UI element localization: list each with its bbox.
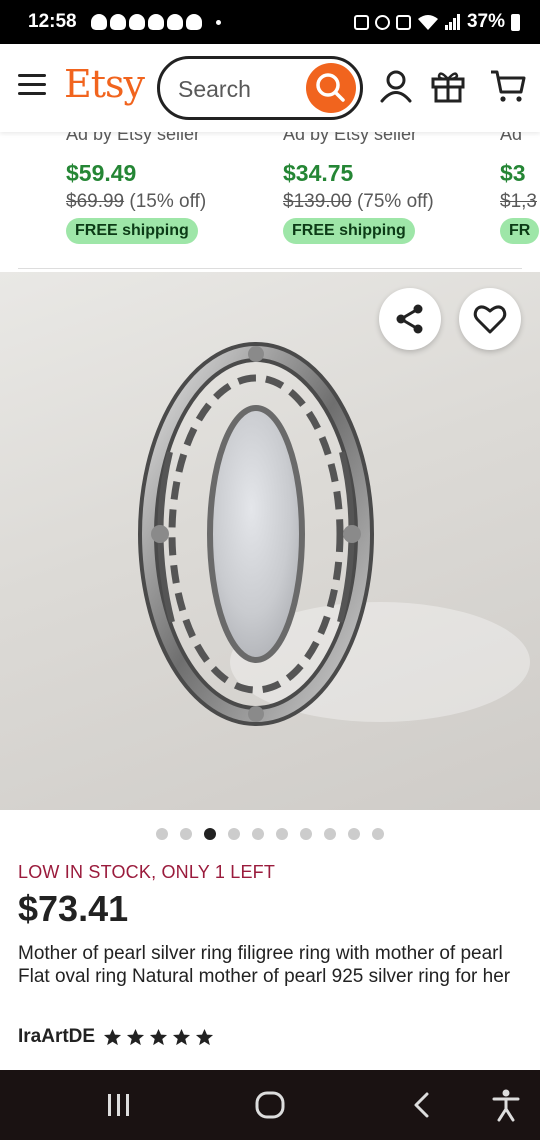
menu-icon-bar [18,83,46,86]
more-notifications-dot [215,19,221,25]
home-button[interactable] [254,1090,286,1120]
status-bar: 12:58 37% [0,0,540,44]
share-icon [396,304,423,334]
cart-icon [491,70,526,102]
original-price-strike: $1,3 [500,191,537,212]
carousel-dot[interactable] [252,828,264,840]
carousel-dot[interactable] [180,828,192,840]
ad-label: Ad [500,132,523,144]
menu-icon-bar [18,92,46,95]
etsy-logo[interactable]: Etsy [64,62,145,106]
snapchat-icon [109,14,126,30]
discount-label: (15% off) [129,191,207,212]
heart-icon [473,305,507,334]
stock-notice: LOW IN STOCK, ONLY 1 LEFT [18,862,276,882]
gift-button[interactable] [430,68,466,104]
search-icon [316,73,345,102]
signal-icon [444,14,460,30]
carousel-dot[interactable] [156,828,168,840]
product-image[interactable] [0,272,540,810]
section-divider [18,268,522,269]
star-icon [196,1028,214,1045]
messenger-icon [166,14,183,30]
snapchat-icon [128,14,145,30]
back-icon [414,1092,429,1118]
notification-icons [90,14,202,30]
nfc-icon [353,14,369,30]
listing-price: $34.75 [283,160,354,186]
carousel-dot[interactable] [228,828,240,840]
chat-icon [185,14,202,30]
rating-stars [103,1028,214,1047]
original-price-strike: $139.00 [283,191,352,212]
listing-price: $59.49 [66,160,137,186]
carousel-dot[interactable] [372,828,384,840]
favorite-button[interactable] [459,288,521,350]
gift-icon [431,72,465,103]
star-icon [127,1028,145,1045]
carousel-dot[interactable] [276,828,288,840]
ad-label: Ad by Etsy seller [66,132,201,144]
listing-card[interactable]: Ad by Etsy seller $59.49 $69.99 (15% off… [66,132,206,244]
shop-row[interactable]: IraArtDE [18,1026,214,1048]
ring-photo [138,342,530,726]
listing-card[interactable]: Ad by Etsy seller $34.75 $139.00 (75% of… [283,132,434,244]
accessibility-icon [492,1089,520,1122]
cart-button[interactable] [489,68,527,104]
star-icon [150,1028,168,1045]
carousel-dot[interactable] [300,828,312,840]
discount-label: (75% off) [356,191,434,212]
snapchat-icon [147,14,164,30]
free-shipping-badge: FR [500,218,540,244]
original-price-strike: $69.99 [66,191,125,212]
image-carousel-dots[interactable] [156,828,384,840]
back-button[interactable] [408,1090,436,1120]
recent-apps-button[interactable] [102,1092,136,1118]
app-header: Etsy [0,44,540,132]
free-shipping-badge: FREE shipping [283,218,415,244]
carousel-dot[interactable] [204,828,216,840]
snapchat-icon [90,14,107,30]
share-button[interactable] [379,288,441,350]
search-button[interactable] [306,63,356,113]
wifi-icon [417,15,438,30]
mute-icon [395,14,411,30]
shop-name[interactable]: IraArtDE [18,1026,95,1048]
search-input[interactable] [178,75,298,103]
listing-price: $3 [500,160,526,186]
carousel-dot[interactable] [324,828,336,840]
recommended-listings: Ad by Etsy seller $59.49 $69.99 (15% off… [0,132,540,252]
carousel-dot[interactable] [348,828,360,840]
product-title: Mother of pearl silver ring filigree rin… [18,943,511,987]
listing-original-price: $1,3 [500,191,537,213]
recent-apps-icon [108,1094,129,1116]
star-icon [104,1028,122,1045]
menu-icon [18,74,46,77]
listing-card[interactable]: Ad $3 $1,3 FR [500,132,540,244]
search-bar[interactable] [157,56,363,120]
account-button[interactable] [378,68,414,104]
home-icon [255,1091,285,1119]
accessibility-button[interactable] [490,1088,522,1122]
listing-original-price: $139.00 (75% off) [283,191,434,213]
user-icon [380,70,412,103]
battery-icon [511,13,520,31]
product-price: $73.41 [18,888,129,929]
listing-original-price: $69.99 (15% off) [66,191,206,213]
menu-button[interactable] [18,74,46,96]
star-icon [173,1028,191,1045]
system-nav-bar [0,1070,540,1140]
alarm-icon [374,14,390,30]
free-shipping-badge: FREE shipping [66,218,198,244]
status-time: 12:58 [28,11,77,32]
battery-percent: 37% [466,11,505,32]
ad-label: Ad by Etsy seller [283,132,418,144]
